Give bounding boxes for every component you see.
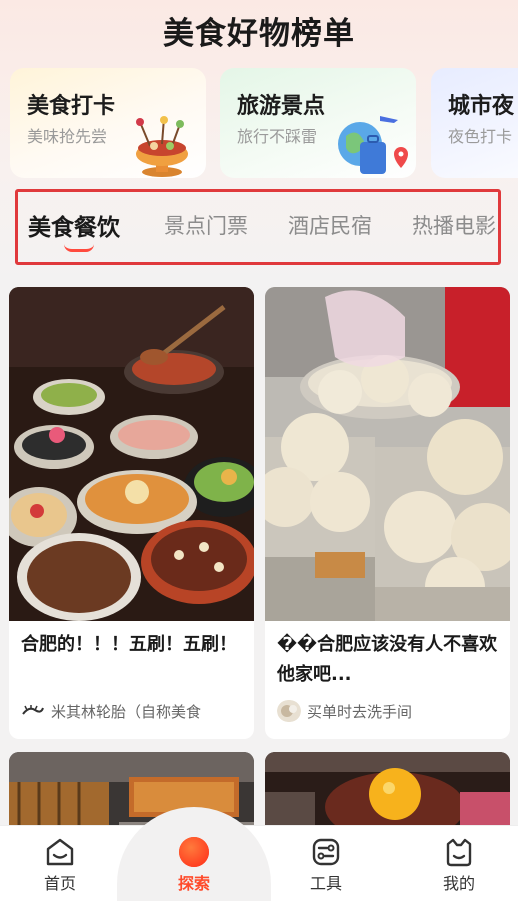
feed-card-title: ��合肥应该没有人不喜欢他家吧... — [277, 634, 498, 685]
category-row: 美食打卡 美味抢先尝 旅游景点 旅行不踩雷 城市夜 夜色打卡 — [10, 68, 518, 180]
nav-explore[interactable]: 探索 — [159, 836, 229, 894]
nav-home-label: 首页 — [43, 874, 76, 893]
author-avatar — [21, 700, 45, 722]
hotpot-illustration — [136, 116, 188, 177]
category-card-food[interactable]: 美食打卡 美味抢先尝 — [10, 68, 206, 178]
nav-home[interactable]: 首页 — [25, 836, 95, 894]
page-title: 美食好物榜单 — [163, 16, 355, 52]
food-spread-photo — [9, 287, 254, 621]
tab-food[interactable]: 美食餐饮 — [28, 208, 120, 242]
author-name: 米其林轮胎（自称美食 — [51, 702, 202, 721]
tab-attractions[interactable]: 景点门票 — [164, 210, 248, 240]
globe-suitcase-illustration — [338, 116, 408, 174]
explore-icon — [179, 837, 209, 867]
category-tabs: 美食餐饮 景点门票 酒店民宿 热播电影 — [15, 189, 501, 265]
active-tab-indicator — [64, 244, 94, 252]
profile-icon — [446, 838, 472, 867]
home-icon — [46, 838, 74, 866]
feed-card[interactable]: 合肥的！！！五刷！五刷！ 米其林轮胎（自称美食 — [9, 287, 254, 739]
category-subtitle: 旅行不踩雷 — [237, 127, 318, 146]
category-title: 城市夜 — [448, 94, 515, 119]
category-subtitle: 夜色打卡 — [448, 127, 513, 146]
category-card-city-night[interactable]: 城市夜 夜色打卡 — [431, 68, 518, 178]
author-avatar — [277, 700, 301, 722]
tools-icon — [312, 838, 340, 866]
category-card-travel[interactable]: 旅游景点 旅行不踩雷 — [220, 68, 416, 178]
tab-movies[interactable]: 热播电影 — [412, 210, 496, 240]
feed-card-title: 合肥的！！！五刷！五刷！ — [21, 634, 237, 655]
nav-tools[interactable]: 工具 — [291, 836, 361, 894]
tab-hotels[interactable]: 酒店民宿 — [288, 210, 372, 240]
nav-tools-label: 工具 — [309, 874, 342, 893]
feed-card-author[interactable]: 买单时去洗手间 — [277, 700, 505, 722]
category-title: 美食打卡 — [27, 94, 116, 119]
nav-profile-label: 我的 — [442, 874, 475, 893]
steamed-buns-photo — [265, 287, 510, 621]
category-subtitle: 美味抢先尝 — [27, 127, 108, 146]
feed-card[interactable]: ��合肥应该没有人不喜欢他家吧... 买单时去洗手间 — [265, 287, 510, 739]
nav-profile[interactable]: 我的 — [424, 836, 494, 894]
nav-explore-label: 探索 — [177, 874, 210, 893]
author-name: 买单时去洗手间 — [307, 702, 413, 721]
category-title: 旅游景点 — [237, 94, 326, 119]
feed-card-author[interactable]: 米其林轮胎（自称美食 — [21, 700, 249, 722]
